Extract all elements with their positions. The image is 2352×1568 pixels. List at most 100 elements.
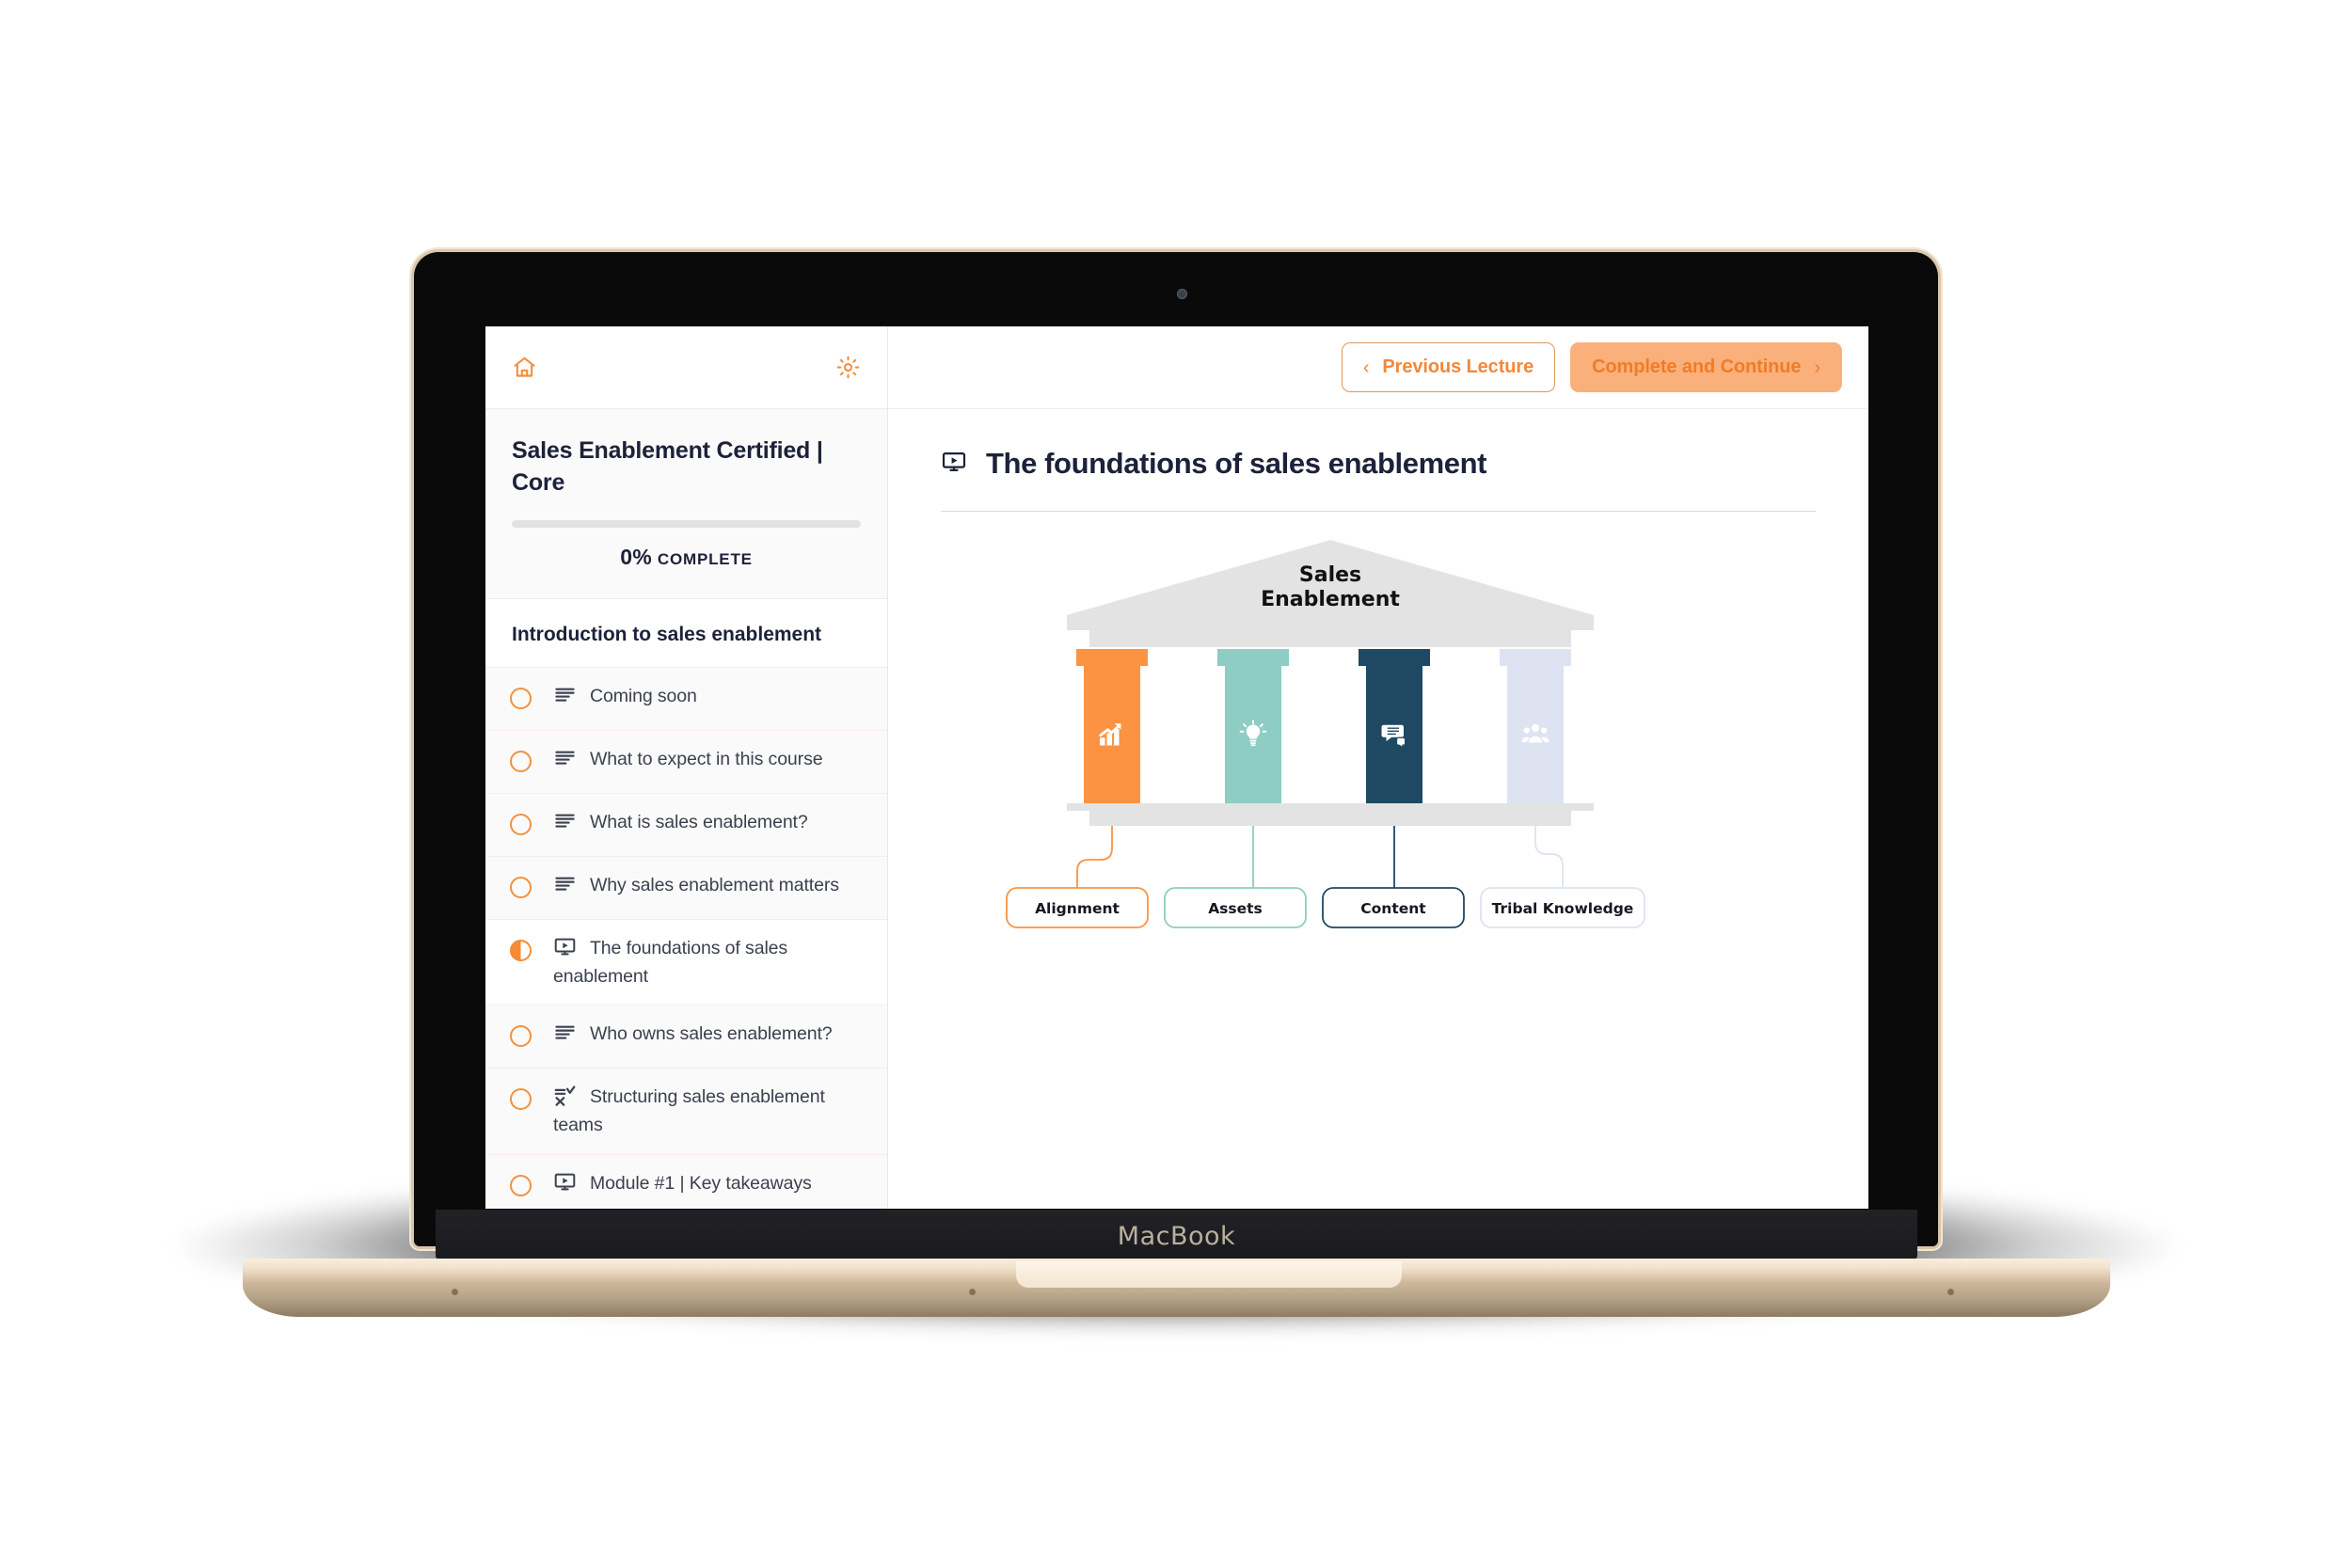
base-foot-left: [452, 1289, 458, 1295]
empty-circle-icon: [510, 1175, 532, 1197]
platform-top: [1067, 803, 1594, 811]
pillar-label-3: Content: [1360, 900, 1426, 917]
page-title: The foundations of sales enablement: [986, 447, 1487, 480]
course-progress-bar: [512, 519, 861, 528]
lesson-item-label: What is sales enablement?: [590, 811, 808, 832]
pillar-label-4: Tribal Knowledge: [1492, 900, 1634, 917]
previous-lecture-button[interactable]: ‹ Previous Lecture: [1341, 342, 1556, 392]
lesson-item-label: Module #1 | Key takeaways: [590, 1173, 812, 1195]
course-title: Sales Enablement Certified | Core: [512, 437, 823, 496]
base-foot-center: [969, 1289, 976, 1295]
lesson-status-indicator[interactable]: [510, 1170, 553, 1197]
lesson-status-indicator[interactable]: [510, 935, 553, 961]
main-content: ‹ Previous Lecture Complete and Continue…: [888, 326, 1868, 1209]
temple-diagram-svg: SalesEnablement Alignment Assets Content…: [1006, 540, 1645, 928]
lesson-item-body: What is sales enablement?: [553, 809, 866, 837]
complete-and-continue-label: Complete and Continue: [1592, 356, 1802, 377]
lesson-status-indicator[interactable]: [510, 683, 553, 709]
lesson-list-item[interactable]: What is sales enablement?: [485, 792, 887, 856]
pillar-label-2: Assets: [1208, 900, 1263, 917]
platform-base: [1089, 811, 1571, 826]
lesson-item-body: Module #1 | Key takeaways: [553, 1170, 866, 1198]
pillar-capital-4: [1500, 649, 1571, 666]
lesson-list: Coming soon What to expect in this cours…: [485, 666, 887, 1209]
pillar-shaft-4: [1507, 666, 1564, 803]
progress-word: COMPLETE: [657, 549, 753, 568]
lesson-item-body: Why sales enablement matters: [553, 872, 866, 900]
gear-icon[interactable]: [835, 355, 861, 380]
lesson-item-label: What to expect in this course: [590, 748, 823, 769]
sidebar: Sales Enablement Certified | Core 0% COM…: [485, 326, 888, 1209]
empty-circle-icon: [510, 1025, 532, 1048]
lesson-status-indicator[interactable]: [510, 746, 553, 772]
chevron-left-icon: ‹: [1362, 356, 1370, 378]
roof-title-line-2: Enablement: [1261, 588, 1400, 611]
laptop-chin: MacBook: [436, 1210, 1917, 1262]
chevron-right-icon: ›: [1814, 356, 1820, 378]
lesson-item-body: Structuring sales enablement teams: [553, 1084, 866, 1139]
lesson-list-item[interactable]: Module #1 | Key takeaways: [485, 1154, 887, 1209]
roof-base-slab: [1067, 615, 1594, 630]
lesson-list-item[interactable]: Why sales enablement matters: [485, 855, 887, 919]
home-icon[interactable]: [512, 355, 537, 380]
lesson-item-label: Why sales enablement matters: [590, 874, 839, 895]
lesson-body: Sales Enablement Alignment Assets Conten…: [888, 512, 1868, 1209]
video-icon: [553, 1170, 577, 1198]
connector-line-4: [1534, 826, 1564, 888]
lesson-topbar: ‹ Previous Lecture Complete and Continue…: [888, 326, 1868, 409]
lesson-status-indicator[interactable]: [510, 872, 553, 898]
pillar-capital-3: [1359, 649, 1430, 666]
quiz-icon: [553, 1084, 577, 1112]
pillar-label-1: Alignment: [1035, 900, 1120, 917]
lesson-item-label: Structuring sales enablement teams: [553, 1086, 825, 1136]
webcam-icon: [1177, 289, 1187, 299]
sales-enablement-pillars-diagram: Sales Enablement Alignment Assets Conten…: [1001, 532, 1660, 937]
lesson-item-body: Who owns sales enablement?: [553, 1021, 866, 1049]
text-lines-icon: [553, 872, 577, 900]
section-title: Introduction to sales enablement: [485, 598, 887, 667]
lesson-item-body: What to expect in this course: [553, 746, 866, 774]
empty-circle-icon: [510, 813, 532, 835]
sidebar-toolbar: [485, 326, 887, 409]
video-icon: [553, 935, 577, 963]
text-lines-icon: [553, 809, 577, 837]
video-icon: [941, 449, 967, 480]
roof-title-line-1: Sales: [1299, 563, 1361, 587]
pillar-capital-1: [1076, 649, 1148, 666]
base-foot-right: [1947, 1289, 1954, 1295]
text-lines-icon: [553, 683, 577, 711]
entablature: [1089, 630, 1571, 647]
lesson-header: The foundations of sales enablement: [888, 409, 1868, 512]
lesson-status-indicator[interactable]: [510, 1021, 553, 1048]
empty-circle-icon: [510, 750, 532, 772]
complete-and-continue-button[interactable]: Complete and Continue ›: [1570, 342, 1842, 392]
lesson-item-label: The foundations of sales enablement: [553, 937, 788, 987]
empty-circle-icon: [510, 687, 532, 709]
lesson-item-label: Who owns sales enablement?: [590, 1023, 833, 1045]
screenshot-scene: Sales Enablement Certified | Core 0% COM…: [0, 0, 2352, 1568]
lesson-status-indicator[interactable]: [510, 1084, 553, 1111]
lesson-list-item[interactable]: The foundations of sales enablement: [485, 918, 887, 1006]
text-lines-icon: [553, 1021, 577, 1049]
macbook-branding: MacBook: [1117, 1221, 1236, 1251]
lesson-item-body: The foundations of sales enablement: [553, 935, 866, 990]
pillar-capital-2: [1217, 649, 1289, 666]
lesson-status-indicator[interactable]: [510, 809, 553, 835]
course-app: Sales Enablement Certified | Core 0% COM…: [485, 326, 1868, 1209]
lesson-list-item[interactable]: What to expect in this course: [485, 729, 887, 793]
text-lines-icon: [553, 746, 577, 774]
connector-line-1: [1076, 826, 1113, 888]
course-header: Sales Enablement Certified | Core 0% COM…: [485, 409, 887, 599]
lesson-list-item[interactable]: Structuring sales enablement teams: [485, 1068, 887, 1155]
course-progress-label: 0% COMPLETE: [512, 545, 861, 570]
lesson-item-label: Coming soon: [590, 685, 697, 706]
empty-circle-icon: [510, 1088, 532, 1111]
empty-circle-icon: [510, 876, 532, 898]
laptop-base-notch: [1016, 1261, 1402, 1288]
lesson-item-body: Coming soon: [553, 683, 866, 711]
progress-percent: 0%: [620, 544, 653, 569]
half-circle-icon: [510, 939, 532, 961]
laptop-screen: Sales Enablement Certified | Core 0% COM…: [485, 326, 1868, 1209]
lesson-list-item[interactable]: Coming soon: [485, 666, 887, 730]
lesson-list-item[interactable]: Who owns sales enablement?: [485, 1005, 887, 1069]
